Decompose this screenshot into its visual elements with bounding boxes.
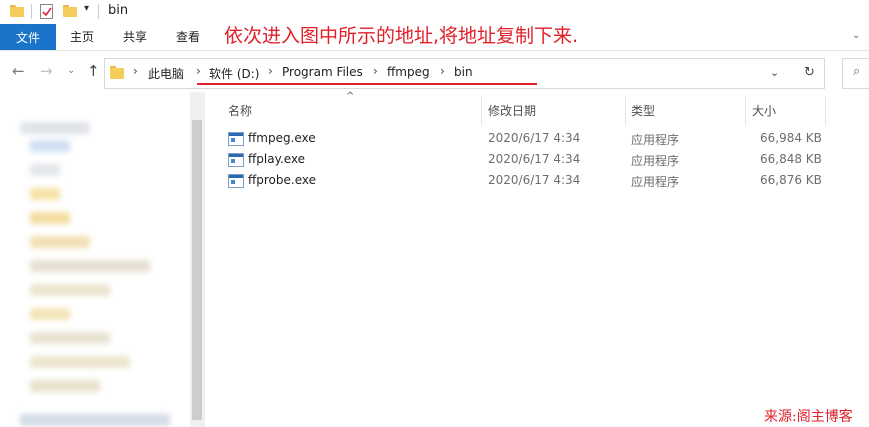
address-dropdown-icon[interactable]: ⌄ — [770, 66, 779, 79]
exe-file-icon — [228, 174, 244, 188]
tab-home[interactable]: 主页 — [70, 28, 94, 45]
column-divider[interactable] — [825, 97, 826, 125]
table-row[interactable]: ffmpeg.exe 2020/6/17 4:34 应用程序 66,984 KB — [222, 129, 832, 150]
forward-arrow-icon[interactable]: → — [40, 62, 53, 80]
annotation-text: 依次进入图中所示的地址,将地址复制下来. — [224, 25, 579, 47]
chevron-right-icon[interactable]: › — [440, 64, 445, 78]
chevron-right-icon[interactable]: › — [373, 64, 378, 78]
new-folder-icon[interactable] — [63, 5, 77, 17]
column-divider[interactable] — [625, 97, 626, 125]
refresh-button[interactable]: ↻ — [794, 58, 825, 89]
file-modified: 2020/6/17 4:34 — [488, 131, 581, 145]
tab-share[interactable]: 共享 — [123, 28, 147, 45]
refresh-icon: ↻ — [804, 65, 815, 80]
search-box[interactable]: ⌕ — [842, 58, 869, 89]
file-type: 应用程序 — [631, 154, 680, 168]
properties-check-icon[interactable] — [40, 4, 53, 19]
crumb-this-pc[interactable]: 此电脑 — [148, 65, 184, 82]
file-size: 66,848 KB — [760, 152, 822, 166]
recent-dropdown-icon[interactable]: ⌄ — [67, 65, 75, 76]
file-name: ffplay.exe — [248, 152, 306, 166]
tab-view[interactable]: 查看 — [176, 28, 200, 45]
ribbon-expand-icon[interactable]: ⌄ — [852, 30, 860, 41]
crumb-ffmpeg[interactable]: ffmpeg — [387, 65, 430, 79]
file-name: ffmpeg.exe — [248, 131, 316, 145]
divider — [31, 4, 32, 19]
file-type: 应用程序 — [631, 133, 680, 147]
folder-icon — [10, 5, 24, 17]
folder-icon — [110, 66, 124, 79]
watermark-text: 来源:阁主博客 — [764, 409, 853, 425]
column-header-size[interactable]: 大小 — [752, 102, 776, 119]
annotation-underline — [197, 83, 537, 85]
window-title: bin — [108, 3, 129, 18]
chevron-right-icon[interactable]: › — [133, 64, 138, 78]
file-name: ffprobe.exe — [248, 173, 316, 187]
column-header-modified[interactable]: 修改日期 — [488, 102, 536, 119]
file-size: 66,876 KB — [760, 173, 822, 187]
exe-file-icon — [228, 153, 244, 167]
crumb-drive-d[interactable]: 软件 (D:) — [209, 65, 259, 82]
chevron-right-icon[interactable]: › — [268, 64, 273, 78]
file-modified: 2020/6/17 4:34 — [488, 173, 581, 187]
divider — [98, 4, 99, 19]
table-row[interactable]: ffprobe.exe 2020/6/17 4:34 应用程序 66,876 K… — [222, 171, 832, 192]
crumb-program-files[interactable]: Program Files — [282, 65, 363, 79]
table-row[interactable]: ffplay.exe 2020/6/17 4:34 应用程序 66,848 KB — [222, 150, 832, 171]
column-header-name[interactable]: 名称 — [228, 102, 252, 119]
search-icon: ⌕ — [853, 64, 861, 79]
file-modified: 2020/6/17 4:34 — [488, 152, 581, 166]
sort-ascending-icon: ^ — [346, 91, 355, 102]
blurred-navigation-items — [0, 92, 205, 427]
file-type: 应用程序 — [631, 175, 680, 189]
tab-file[interactable]: 文件 — [0, 24, 56, 50]
dropdown-icon[interactable]: ▾ — [84, 3, 89, 14]
chevron-right-icon[interactable]: › — [196, 64, 201, 78]
column-divider[interactable] — [481, 97, 482, 125]
up-arrow-icon[interactable]: ↑ — [87, 62, 100, 80]
tab-label: 文件 — [16, 31, 41, 45]
column-divider[interactable] — [745, 97, 746, 125]
column-header-type[interactable]: 类型 — [631, 102, 655, 119]
navigation-pane[interactable] — [0, 92, 205, 427]
back-arrow-icon[interactable]: ← — [12, 62, 25, 80]
sidebar-scrollbar-thumb[interactable] — [192, 120, 202, 420]
exe-file-icon — [228, 132, 244, 146]
file-size: 66,984 KB — [760, 131, 822, 145]
crumb-bin[interactable]: bin — [454, 65, 473, 79]
